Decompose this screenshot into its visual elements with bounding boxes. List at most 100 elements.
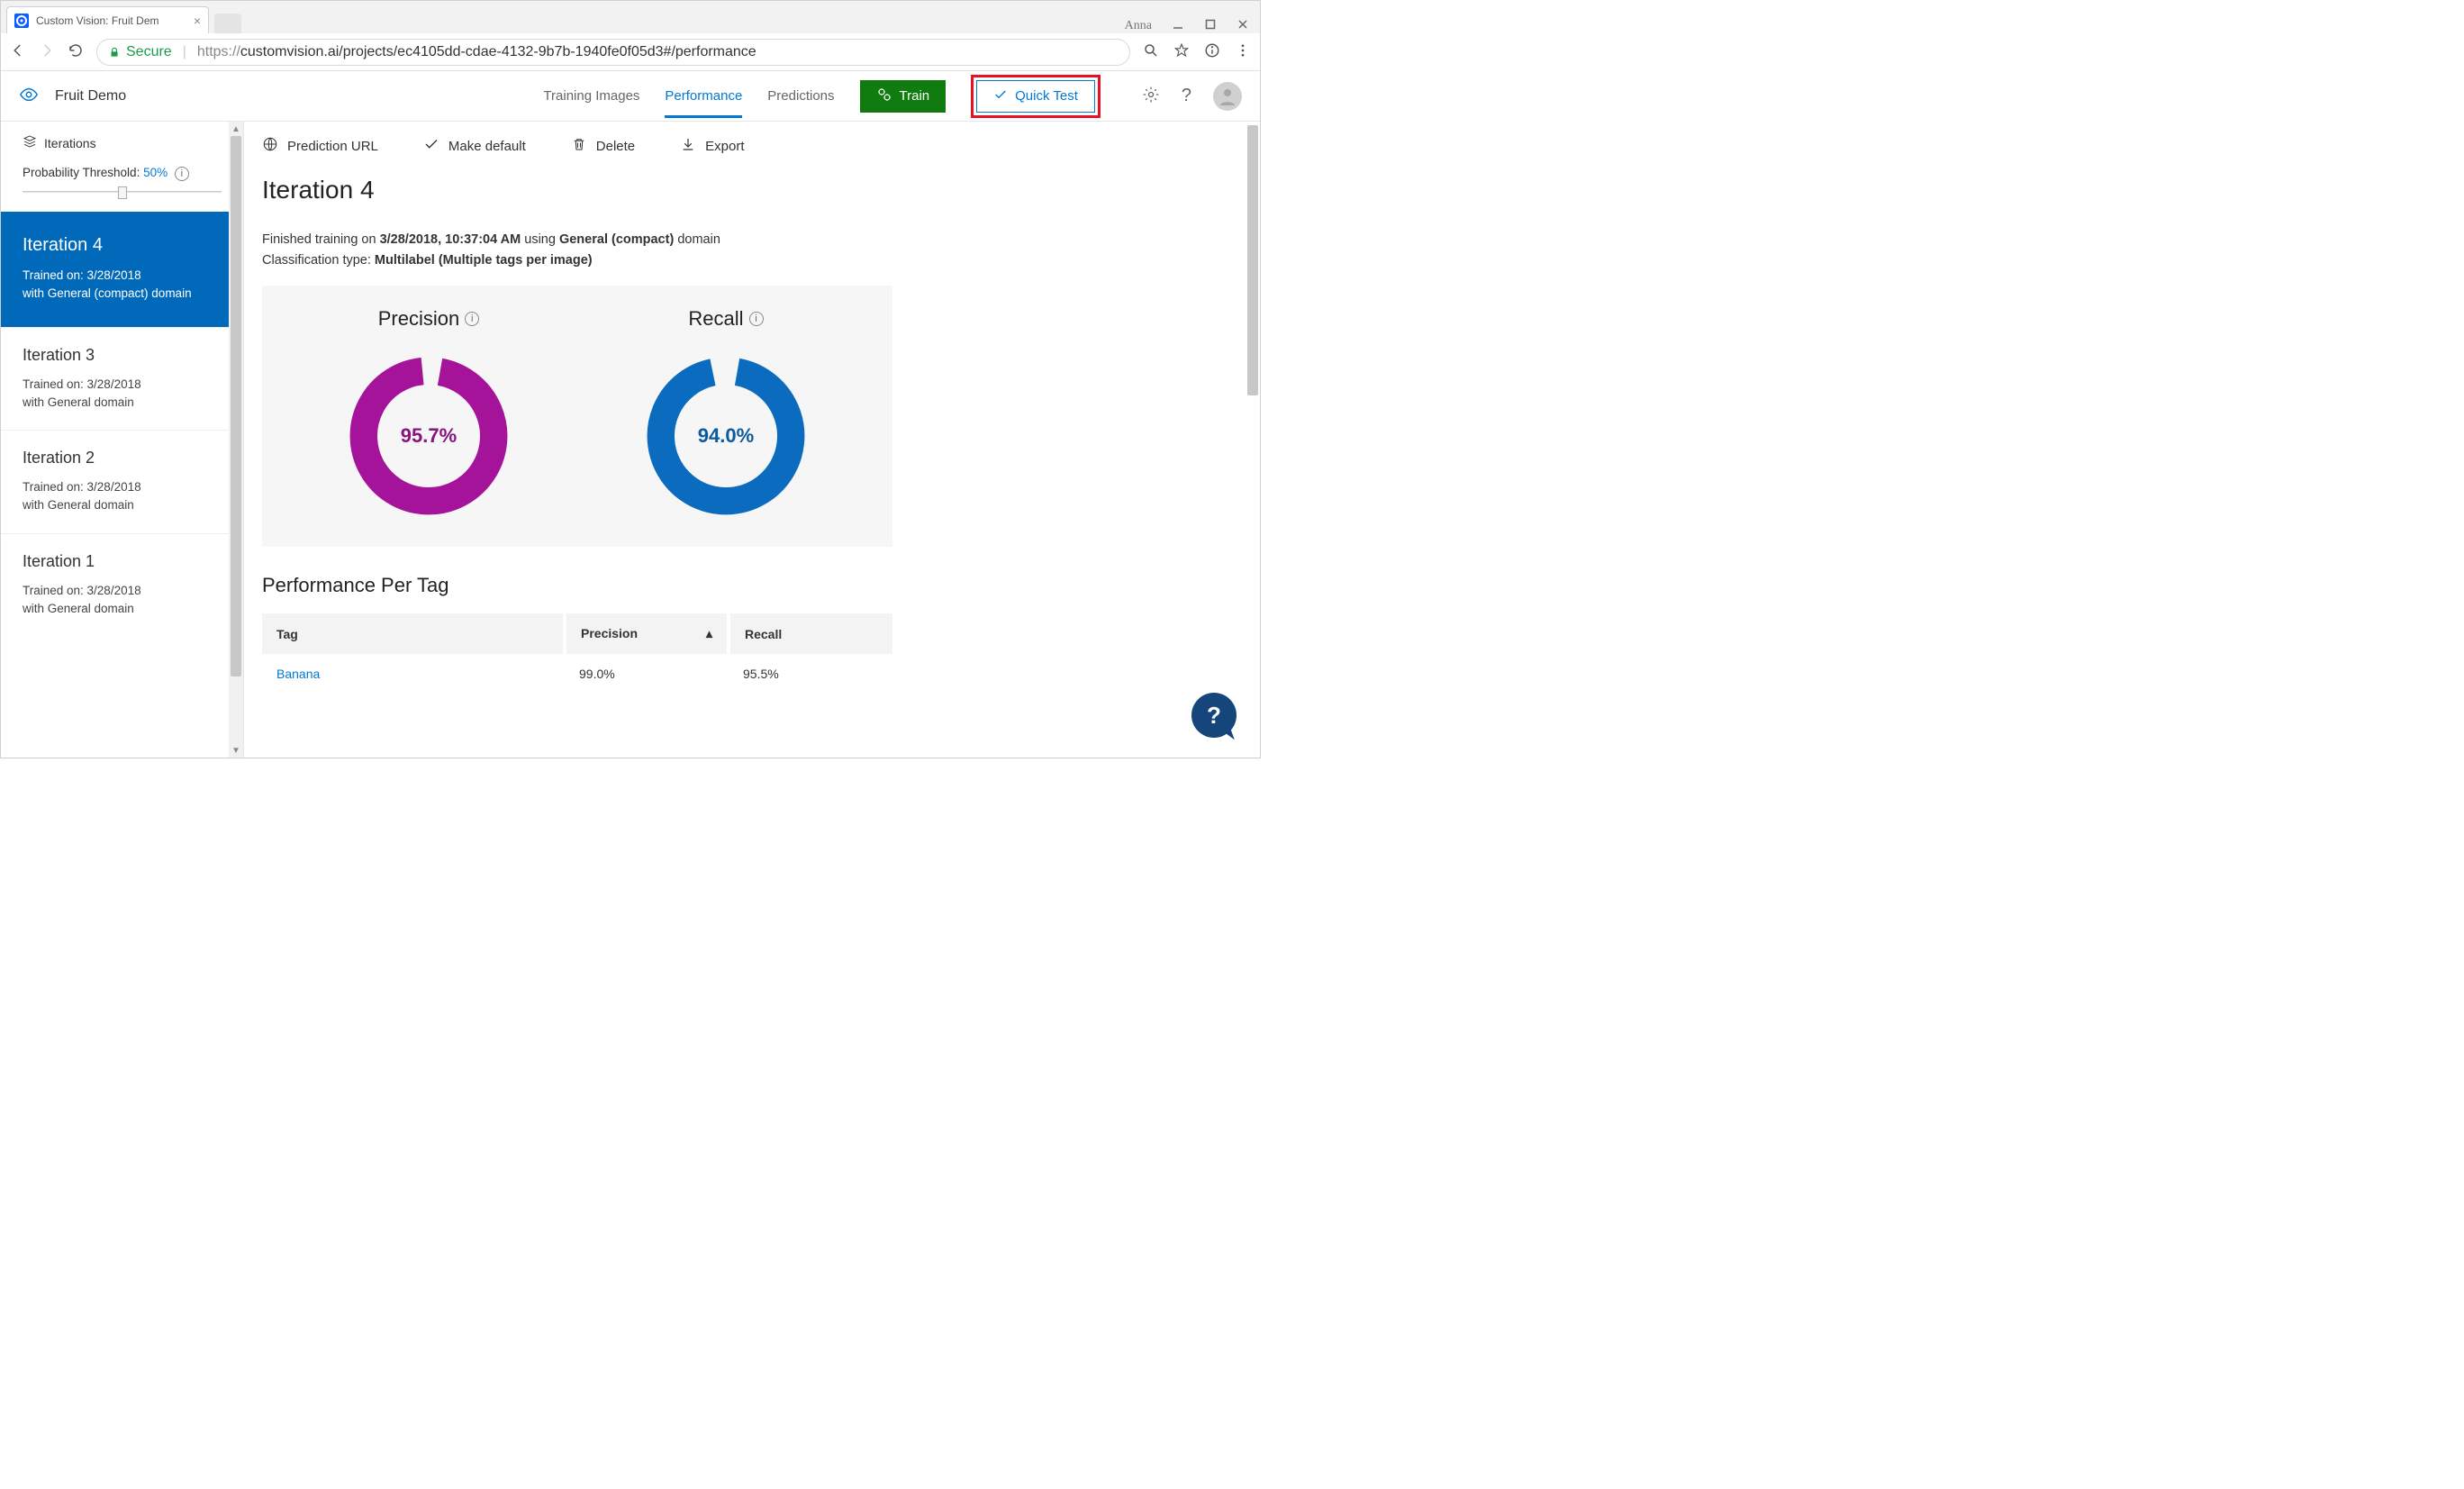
window-maximize-icon[interactable] [1204,18,1217,33]
col-tag[interactable]: Tag [262,613,565,654]
iterations-label: Iterations [44,136,96,150]
check-icon [993,87,1008,105]
browser-address-bar: Secure | https://customvision.ai/project… [1,33,1260,71]
settings-gear-icon[interactable] [1142,86,1160,106]
browser-tab-strip: Custom Vision: Fruit Dem × Anna [1,1,1260,33]
url-protocol: https:// [197,44,240,60]
iteration-title: Iteration 1 [23,552,222,571]
recall-value: 94.0% [640,350,811,522]
iteration-domain: with General domain [23,395,134,409]
export-button[interactable]: Export [680,136,744,156]
delete-label: Delete [596,139,635,154]
help-fab-button[interactable]: ? [1191,693,1237,738]
reload-icon[interactable] [68,42,84,61]
iteration-domain: with General domain [23,498,134,512]
iteration-trained-on: Trained on: 3/28/2018 [23,268,141,282]
quick-test-label: Quick Test [1015,88,1078,104]
globe-icon [262,136,278,156]
iteration-trained-on: Trained on: 3/28/2018 [23,584,141,597]
stack-icon [23,134,37,151]
threshold-slider[interactable] [23,188,222,195]
tab-title: Custom Vision: Fruit Dem [36,14,159,27]
iteration-domain: with General domain [23,602,134,615]
precision-donut: 95.7% [343,350,514,522]
forward-icon [39,42,55,61]
col-precision[interactable]: Precision▴ [565,613,729,654]
window-minimize-icon[interactable] [1172,18,1184,33]
precision-value: 95.7% [343,350,514,522]
info-icon[interactable]: i [465,312,479,326]
precision-metric: Precision i 95.7% [280,307,577,522]
user-avatar[interactable] [1213,82,1242,111]
sidebar-scrollbar[interactable]: ▲ ▼ [229,122,243,758]
address-input[interactable]: Secure | https://customvision.ai/project… [96,39,1130,66]
make-default-label: Make default [448,139,526,154]
main-scrollbar[interactable] [1246,122,1260,758]
scroll-up-icon[interactable]: ▲ [229,122,243,136]
back-icon[interactable] [10,42,26,61]
sort-asc-icon[interactable]: ▴ [706,626,712,641]
scroll-down-icon[interactable]: ▼ [229,743,243,758]
iteration-trained-on: Trained on: 3/28/2018 [23,480,141,494]
browser-user[interactable]: Anna [1125,19,1152,33]
slider-thumb[interactable] [118,186,127,199]
iteration-item-2[interactable]: Iteration 2 Trained on: 3/28/2018 with Ge… [1,430,243,533]
tag-cell[interactable]: Banana [262,654,565,694]
download-icon [680,136,696,156]
info-icon[interactable]: i [749,312,764,326]
precision-label: Precision [378,307,459,331]
secure-label: Secure [126,44,172,60]
performance-per-tag: Performance Per Tag Tag Precision▴ Recal… [262,574,892,694]
scrollbar-thumb[interactable] [231,136,241,676]
col-recall[interactable]: Recall [729,613,892,654]
probability-threshold: Probability Threshold: 50% i [1,160,243,181]
table-row[interactable]: Banana 99.0% 95.5% [262,654,892,694]
ppt-table: Tag Precision▴ Recall Banana 99.0% 95.5% [262,613,892,694]
precision-cell: 99.0% [565,654,729,694]
iteration-title: Iteration 3 [23,346,222,365]
recall-donut: 94.0% [640,350,811,522]
nav-performance[interactable]: Performance [665,74,742,118]
iteration-meta: Finished training on 3/28/2018, 10:37:04… [262,230,892,271]
favicon-icon [14,14,29,28]
nav-predictions[interactable]: Predictions [767,74,834,118]
recall-label: Recall [688,307,743,331]
train-button-label: Train [900,88,930,104]
prediction-url-button[interactable]: Prediction URL [262,136,378,156]
threshold-value: 50% [143,166,168,179]
project-title[interactable]: Fruit Demo [55,88,126,104]
iteration-title: Iteration 4 [23,235,222,256]
iterations-heading: Iterations [1,122,243,160]
trash-icon [571,136,587,156]
ppt-heading: Performance Per Tag [262,574,892,597]
train-button[interactable]: Train [860,80,947,113]
iteration-item-3[interactable]: Iteration 3 Trained on: 3/28/2018 with Ge… [1,327,243,431]
info-icon[interactable]: i [175,167,189,181]
nav-training-images[interactable]: Training Images [543,74,639,118]
iteration-title: Iteration 2 [23,449,222,468]
close-tab-icon[interactable]: × [194,14,201,28]
iteration-domain: with General (compact) domain [23,286,192,300]
new-tab-button[interactable] [214,14,241,33]
menu-dots-icon[interactable] [1235,42,1251,61]
star-icon[interactable] [1173,42,1190,61]
delete-button[interactable]: Delete [571,136,635,156]
recall-metric: Recall i 94.0% [577,307,874,522]
quick-test-button[interactable]: Quick Test [976,80,1095,113]
export-label: Export [705,139,744,154]
iteration-item-4[interactable]: Iteration 4 Trained on: 3/28/2018 with Ge… [1,212,243,327]
scrollbar-thumb[interactable] [1247,125,1258,395]
window-close-icon[interactable] [1237,18,1249,33]
check-icon [423,136,439,156]
threshold-label: Probability Threshold: [23,166,143,179]
info-circle-icon[interactable] [1204,42,1220,61]
iteration-trained-on: Trained on: 3/28/2018 [23,377,141,391]
make-default-button[interactable]: Make default [423,136,526,156]
browser-tab[interactable]: Custom Vision: Fruit Dem × [6,6,209,33]
iteration-heading: Iteration 4 [262,176,892,204]
zoom-icon[interactable] [1143,42,1159,61]
iteration-item-1[interactable]: Iteration 1 Trained on: 3/28/2018 with Ge… [1,533,243,637]
help-question-icon[interactable]: ? [1182,86,1191,106]
metrics-panel: Precision i 95.7% Recall i 94.0% [262,286,892,547]
url-text: customvision.ai/projects/ec4105dd-cdae-4… [240,44,756,60]
